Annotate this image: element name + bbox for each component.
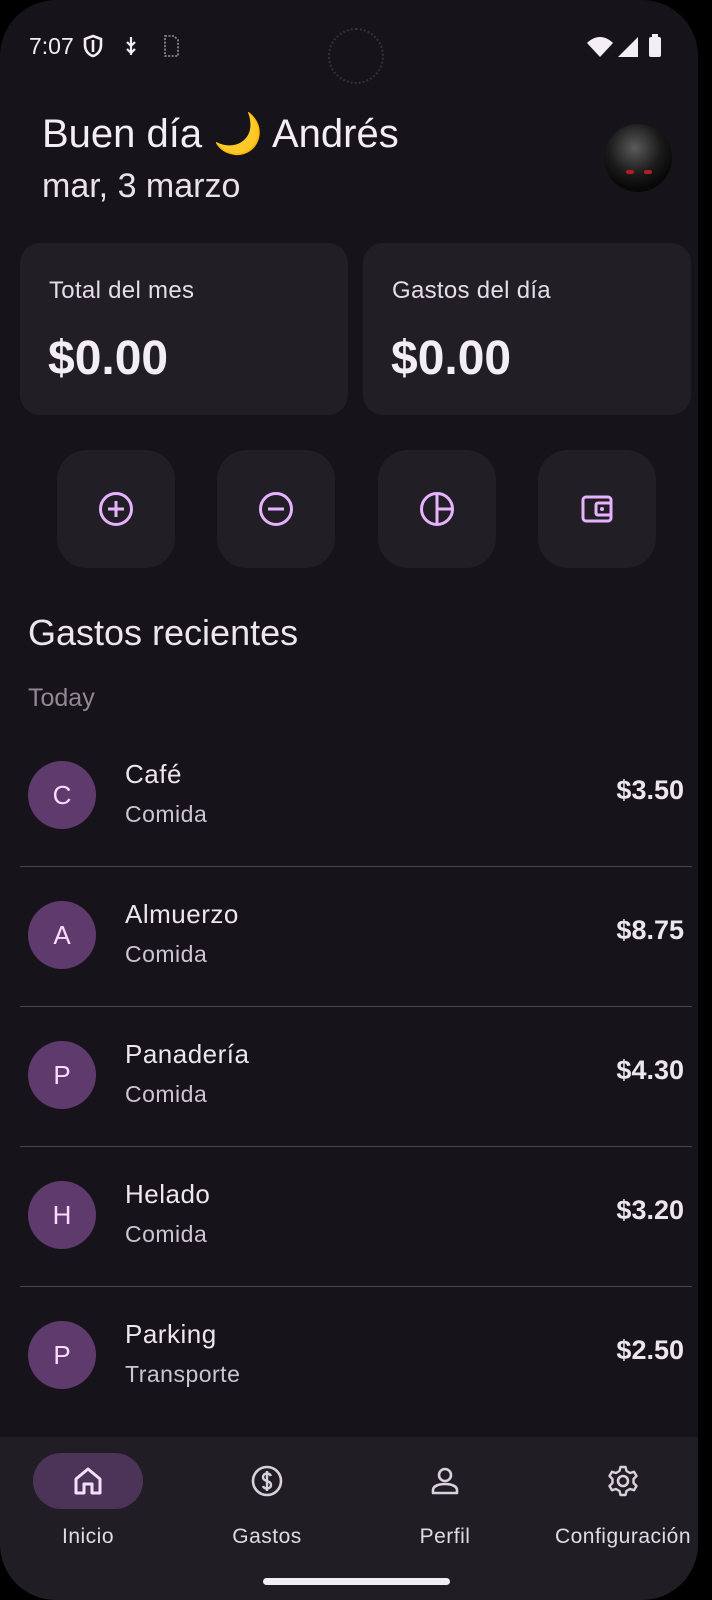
wallet-button[interactable]: [538, 450, 656, 568]
expense-initial-avatar: C: [28, 761, 96, 829]
nav-active-indicator: [33, 1453, 143, 1509]
bottom-navigation: Inicio Gastos Perfil Configuración: [0, 1437, 698, 1600]
wifi-icon: [587, 37, 613, 57]
nav-label: Configuración: [554, 1525, 692, 1548]
expense-category: Comida: [125, 801, 208, 827]
add-expense-button[interactable]: [57, 450, 175, 568]
expense-amount: $3.20: [616, 1195, 684, 1225]
gesture-home-bar[interactable]: [263, 1578, 450, 1585]
greeting-title: Buen día 🌙 Andrés: [42, 110, 399, 157]
usb-debug-icon: [126, 37, 136, 55]
pie-chart-icon: [420, 492, 454, 526]
expense-row[interactable]: P Parking Transporte $2.50: [20, 1287, 692, 1427]
expense-amount: $4.30: [616, 1055, 684, 1085]
person-icon: [431, 1467, 459, 1495]
expense-row[interactable]: A Almuerzo Comida $8.75: [20, 867, 692, 1007]
remove-expense-button[interactable]: [217, 450, 335, 568]
expense-amount: $2.50: [616, 1335, 684, 1365]
front-camera: [328, 28, 384, 84]
app-screen: 7:07 Buen día 🌙 Andrés mar, 3 marzo Tota: [0, 0, 698, 1600]
add-circle-icon: [99, 492, 133, 526]
expense-initial-avatar: P: [28, 1041, 96, 1109]
expense-category: Comida: [125, 1221, 208, 1247]
shield-icon: [83, 34, 103, 58]
expense-row[interactable]: P Panadería Comida $4.30: [20, 1007, 692, 1147]
date-group-label: Today: [28, 684, 95, 712]
nav-icon-container: [568, 1453, 678, 1509]
status-bar: 7:07: [0, 0, 698, 92]
expense-name: Parking: [125, 1319, 217, 1349]
expense-initial-avatar: P: [28, 1321, 96, 1389]
day-expenses-value: $0.00: [391, 332, 512, 385]
nav-item-perfil[interactable]: Perfil: [358, 1453, 532, 1563]
home-icon: [74, 1467, 102, 1495]
day-expenses-card[interactable]: Gastos del día $0.00: [363, 243, 691, 415]
battery-icon: [649, 34, 661, 57]
expense-amount: $3.50: [616, 775, 684, 805]
recent-expenses-title: Gastos recientes: [28, 612, 299, 653]
wallet-icon: [581, 495, 613, 523]
statistics-button[interactable]: [378, 450, 496, 568]
signal-icon: [618, 37, 638, 57]
status-time: 7:07: [29, 33, 74, 59]
expense-name: Almuerzo: [125, 899, 239, 929]
nav-label: Perfil: [419, 1525, 471, 1548]
expense-category: Transporte: [125, 1361, 241, 1387]
nav-label: Gastos: [232, 1525, 302, 1548]
nav-item-inicio[interactable]: Inicio: [1, 1453, 175, 1563]
sim-card-icon: [164, 35, 179, 57]
month-total-label: Total del mes: [49, 277, 195, 304]
nav-item-gastos[interactable]: Gastos: [180, 1453, 354, 1563]
month-total-value: $0.00: [48, 332, 169, 385]
expense-category: Comida: [125, 1081, 208, 1107]
nav-icon-container: [212, 1453, 322, 1509]
user-name: Andrés: [271, 112, 399, 156]
remove-circle-icon: [259, 492, 293, 526]
nav-icon-container: [390, 1453, 500, 1509]
expense-initial-avatar: A: [28, 901, 96, 969]
expense-row[interactable]: H Helado Comida $3.20: [20, 1147, 692, 1287]
dollar-circle-icon: [251, 1465, 283, 1497]
expense-name: Helado: [125, 1179, 211, 1209]
month-total-card[interactable]: Total del mes $0.00: [20, 243, 348, 415]
day-expenses-label: Gastos del día: [392, 277, 551, 304]
expense-name: Panadería: [125, 1039, 250, 1069]
expense-amount: $8.75: [616, 915, 684, 945]
expense-category: Comida: [125, 941, 208, 967]
nav-label: Inicio: [61, 1525, 115, 1548]
expense-row[interactable]: C Café Comida $3.50: [20, 727, 692, 867]
avatar[interactable]: [604, 124, 672, 192]
gear-icon: [608, 1465, 638, 1497]
current-date: mar, 3 marzo: [42, 167, 241, 205]
expense-name: Café: [125, 759, 182, 789]
expense-initial-avatar: H: [28, 1181, 96, 1249]
greeting-text: Buen día: [42, 112, 203, 156]
nav-item-configuracion[interactable]: Configuración: [536, 1453, 698, 1563]
moon-emoji: 🌙: [213, 112, 264, 156]
